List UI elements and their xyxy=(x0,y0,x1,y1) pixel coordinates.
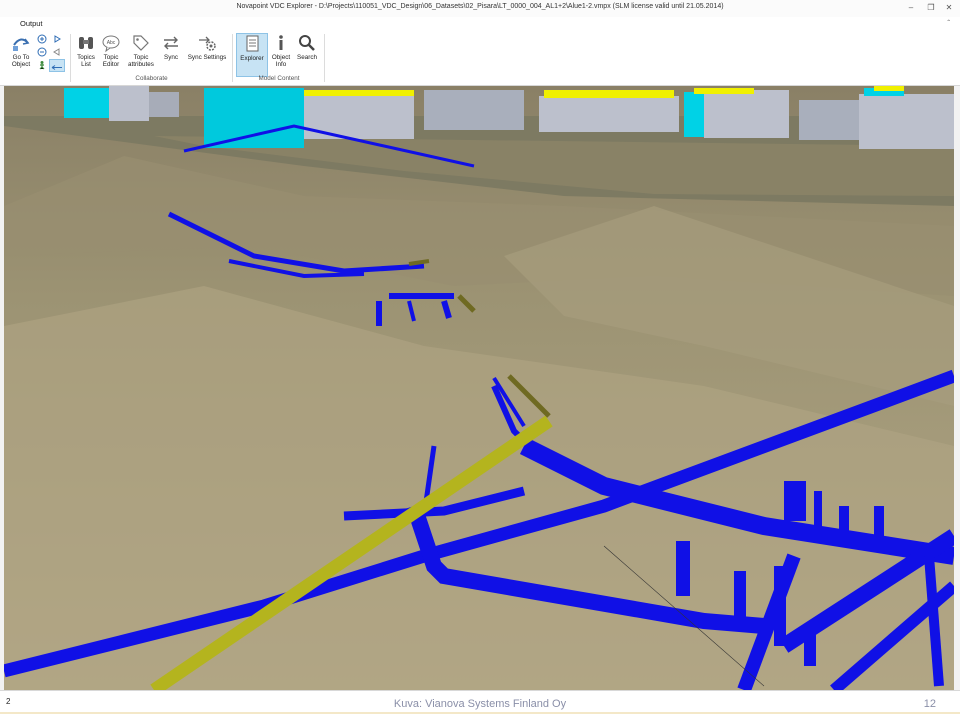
goto-object-icon xyxy=(13,38,30,51)
fly-icon xyxy=(51,65,62,70)
tag-icon xyxy=(133,35,149,51)
ribbon-separator xyxy=(324,34,325,82)
topic-editor-label-2: Editor xyxy=(102,61,120,68)
explorer-button[interactable]: Explorer xyxy=(236,33,268,77)
scene-canvas[interactable] xyxy=(4,86,954,690)
fly-mode-toggle[interactable] xyxy=(49,59,65,72)
zoom-in-icon[interactable] xyxy=(37,34,47,44)
goto-object-button[interactable]: Go To Object xyxy=(6,33,36,75)
page-number: 12 xyxy=(923,698,936,710)
close-button[interactable]: ✕ xyxy=(943,2,955,13)
title-bar: Novapoint VDC Explorer - D:\Projects\110… xyxy=(0,0,960,18)
back-icon[interactable] xyxy=(52,47,62,57)
walk-icon[interactable] xyxy=(37,60,47,70)
magnifier-icon xyxy=(299,35,315,51)
minimize-button[interactable]: – xyxy=(905,2,917,13)
ribbon-separator xyxy=(70,34,71,82)
model-content-group-label: Model Content xyxy=(258,75,300,82)
goto-object-label-1: Go To xyxy=(12,54,30,61)
window-title: Novapoint VDC Explorer - D:\Projects\110… xyxy=(236,3,724,10)
sync-settings-button[interactable]: Sync Settings xyxy=(185,33,229,75)
collaborate-group-label: Collaborate xyxy=(135,75,168,82)
footer-accent-line xyxy=(0,712,960,714)
right-border xyxy=(954,86,960,690)
topic-editor-label-1: Topic xyxy=(103,54,119,61)
image-caption: Kuva: Vianova Systems Finland Oy xyxy=(393,698,567,710)
play-icon[interactable] xyxy=(52,34,62,44)
sync-button[interactable]: Sync xyxy=(160,33,182,75)
zoom-out-icon[interactable] xyxy=(37,47,47,57)
search-label: Search xyxy=(297,54,317,61)
object-info-button[interactable]: Object Info xyxy=(269,33,293,75)
ribbon-separator xyxy=(232,34,233,82)
object-info-label-1: Object xyxy=(271,54,291,61)
abc-bubble-icon: Abc xyxy=(102,35,120,53)
goto-object-label-2: Object xyxy=(11,61,31,68)
binoculars-icon xyxy=(79,37,93,49)
restore-button[interactable]: ❐ xyxy=(925,2,937,13)
tab-output[interactable]: Output xyxy=(20,19,43,28)
topic-attributes-label-2: attributes xyxy=(128,61,154,68)
topic-attributes-button[interactable]: Topic attributes xyxy=(125,33,157,75)
settings-icon xyxy=(199,36,216,51)
sync-settings-label: Sync Settings xyxy=(187,54,227,61)
explorer-list-icon xyxy=(246,35,259,52)
object-info-label-2: Info xyxy=(275,61,287,68)
sync-arrows-icon xyxy=(164,36,178,50)
topic-editor-button[interactable]: Abc Topic Editor xyxy=(99,33,123,75)
ribbon-collapse-icon[interactable]: ˆ xyxy=(947,19,950,28)
menu-bar: Output ˆ xyxy=(0,17,960,31)
topics-list-label-2: List xyxy=(81,61,91,68)
explorer-label: Explorer xyxy=(240,55,264,62)
sync-label: Sync xyxy=(164,54,178,61)
topic-attributes-label-1: Topic xyxy=(133,54,149,61)
search-button[interactable]: Search xyxy=(295,33,319,75)
topics-list-button[interactable]: Topics List xyxy=(74,33,98,75)
footer-bar: 2 Kuva: Vianova Systems Finland Oy 12 xyxy=(0,690,960,717)
svg-text:Abc: Abc xyxy=(107,40,116,46)
3d-viewport[interactable] xyxy=(4,86,954,690)
info-icon xyxy=(279,35,283,50)
topics-list-label-1: Topics xyxy=(77,54,95,61)
ribbon: Go To Object Topics List Abc Topic Edito… xyxy=(0,31,960,86)
